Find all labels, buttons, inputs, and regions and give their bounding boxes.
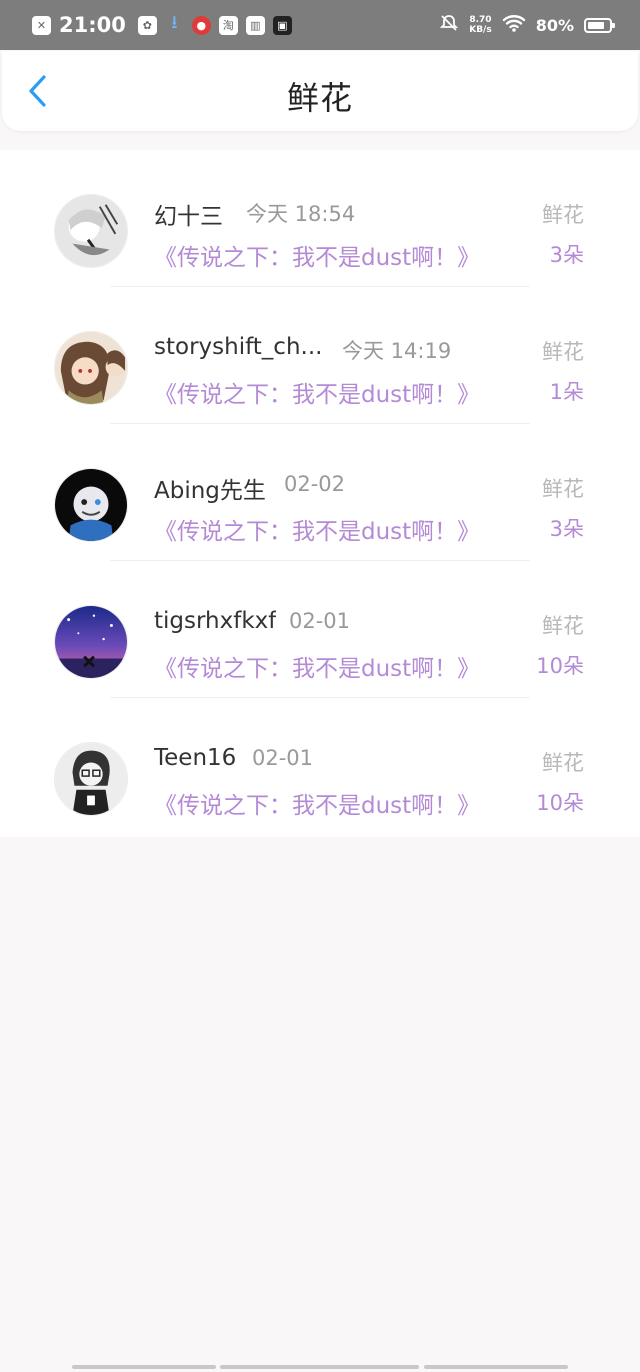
timestamp: 02-01 <box>289 609 351 633</box>
header: 鲜花 <box>2 51 638 131</box>
app-icon: ● <box>191 15 211 35</box>
timestamp: 今天 18:54 <box>246 202 356 226</box>
timestamp: 02-01 <box>252 746 314 770</box>
avatar[interactable] <box>54 331 128 405</box>
status-bar-right: 8.70 KB/s 80% <box>439 0 615 50</box>
status-bar-left: ✕ 21:00 ✿ ⭳ ● 淘 ▥ ▣ <box>32 0 292 50</box>
timestamp: 今天 14:19 <box>342 339 452 363</box>
gift-label: 鲜花 <box>542 751 584 775</box>
network-speed-unit: KB/s <box>469 25 492 35</box>
gift-label: 鲜花 <box>542 340 584 364</box>
nav-indicator-left <box>72 1365 216 1369</box>
network-speed-value: 8.70 <box>469 15 492 25</box>
battery-cap <box>612 22 615 28</box>
list-item[interactable]: 幻十三 今天 18:54 《传说之下：我不是dust啊！》 鲜花 3朵 <box>0 150 640 287</box>
book-title[interactable]: 《传说之下：我不是dust啊！》 <box>154 512 480 546</box>
list-item[interactable]: Abing先生 02-02 《传说之下：我不是dust啊！》 鲜花 3朵 <box>0 424 640 561</box>
wifi-icon <box>502 13 526 37</box>
gift-count: 10朵 <box>536 791 584 815</box>
list-item[interactable]: Teen16 02-01 《传说之下：我不是dust啊！》 鲜花 10朵 <box>0 698 640 835</box>
download-icon: ⭳ <box>171 12 178 33</box>
timestamp: 02-02 <box>284 472 346 496</box>
book-title[interactable]: 《传说之下：我不是dust啊！》 <box>154 238 480 272</box>
book-title[interactable]: 《传说之下：我不是dust啊！》 <box>154 786 480 820</box>
avatar[interactable] <box>54 468 128 542</box>
user-name[interactable]: 幻十三 <box>154 197 223 231</box>
user-name[interactable]: Abing先生 <box>154 471 266 505</box>
nav-indicator-right <box>424 1365 568 1369</box>
gift-count: 1朵 <box>549 380 584 404</box>
gift-label: 鲜花 <box>542 203 584 227</box>
taobao-icon: 淘 <box>218 15 238 35</box>
battery-percent: 80% <box>535 15 574 35</box>
network-speed: 8.70 KB/s <box>469 15 491 35</box>
gift-count: 10朵 <box>536 654 584 678</box>
gift-label: 鲜花 <box>542 477 584 501</box>
gift-count: 3朵 <box>549 243 584 267</box>
battery-fill <box>588 21 604 29</box>
book-icon: ▥ <box>245 15 265 35</box>
book-title[interactable]: 《传说之下：我不是dust啊！》 <box>154 649 480 683</box>
list-item[interactable]: tigsrhxfkxf 02-01 《传说之下：我不是dust啊！》 鲜花 10… <box>0 561 640 698</box>
flower-list: 幻十三 今天 18:54 《传说之下：我不是dust啊！》 鲜花 3朵 stor… <box>0 150 640 837</box>
avatar[interactable] <box>54 194 128 268</box>
mute-icon <box>439 13 459 37</box>
gift-count: 3朵 <box>549 517 584 541</box>
paw-icon: ✿ <box>137 15 157 35</box>
avatar[interactable] <box>54 742 128 816</box>
tv-icon: ▣ <box>272 15 292 35</box>
sim-icon: ✕ <box>32 15 51 35</box>
page-title: 鲜花 <box>286 79 353 117</box>
battery-icon <box>584 17 615 33</box>
book-title[interactable]: 《传说之下：我不是dust啊！》 <box>154 375 480 409</box>
status-bar: ✕ 21:00 ✿ ⭳ ● 淘 ▥ ▣ 8.70 KB/s 80% <box>0 0 640 50</box>
gift-label: 鲜花 <box>542 614 584 638</box>
user-name[interactable]: Teen16 <box>154 745 236 771</box>
nav-indicator-middle <box>220 1365 419 1369</box>
user-name[interactable]: tigsrhxfkxf <box>154 608 276 634</box>
user-name[interactable]: storyshift_ch... <box>154 334 322 360</box>
list-item[interactable]: storyshift_ch... 今天 14:19 《传说之下：我不是dust啊… <box>0 287 640 424</box>
status-time: 21:00 <box>59 13 126 37</box>
avatar[interactable] <box>54 605 128 679</box>
